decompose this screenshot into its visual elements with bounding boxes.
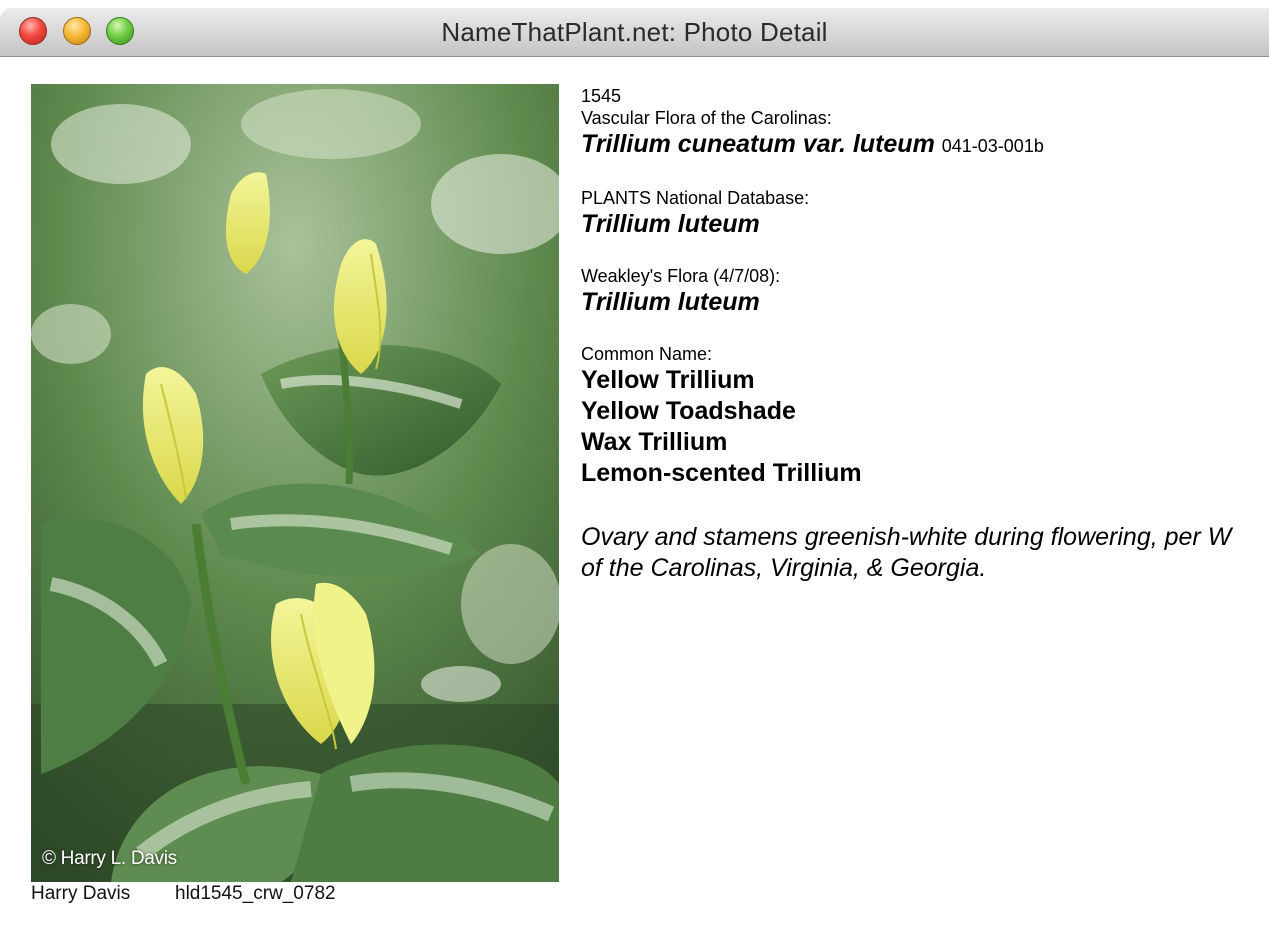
vascular-flora-entry: Trillium cuneatum var. luteum 041-03-001… (581, 129, 1269, 161)
vascular-flora-label: Vascular Flora of the Carolinas: (581, 108, 832, 128)
common-name: Yellow Trillium (581, 366, 755, 394)
weakley-flora-name: Trillium luteum (581, 288, 760, 316)
photographer-name: Harry Davis (31, 883, 131, 904)
title-bar[interactable]: NameThatPlant.net: Photo Detail (0, 8, 1269, 57)
common-name: Yellow Toadshade (581, 397, 796, 425)
flowering-note-line: Ovary and stamens greenish-white during … (581, 523, 1232, 551)
common-name-label: Common Name: (581, 344, 713, 364)
photo-detail-window: NameThatPlant.net: Photo Detail © Harry … (0, 0, 1269, 925)
plant-photo: © Harry L. Davis (31, 84, 559, 882)
photo-id: 1545 (581, 86, 622, 106)
flowering-note: Ovary and stamens greenish-white during … (581, 522, 1269, 584)
weakley-flora-label: Weakley's Flora (4/7/08): (581, 266, 781, 286)
content-area: © Harry L. Davis Harry Davis hld1545_crw… (0, 57, 1269, 925)
common-name: Lemon-scented Trillium (581, 459, 862, 487)
common-name: Wax Trillium (581, 428, 728, 456)
vascular-flora-code: 041-03-001b (941, 136, 1044, 156)
plants-database-label: PLANTS National Database: (581, 188, 810, 208)
plants-database-name: Trillium luteum (581, 210, 760, 238)
plant-info: 1545 Vascular Flora of the Carolinas: Tr… (581, 85, 1269, 584)
trillium-photo-image (31, 84, 559, 882)
vascular-flora-name: Trillium cuneatum var. luteum (581, 130, 935, 158)
flowering-note-line: of the Carolinas, Virginia, & Georgia. (581, 554, 987, 582)
window-title: NameThatPlant.net: Photo Detail (441, 17, 828, 47)
photo-copyright: © Harry L. Davis (42, 848, 177, 869)
photo-filename: hld1545_crw_0782 (175, 883, 336, 904)
